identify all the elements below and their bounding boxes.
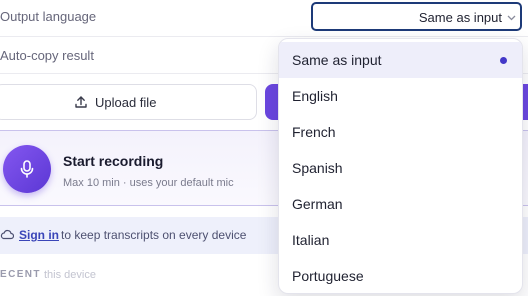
- cloud-icon: [0, 229, 14, 240]
- signin-description: to keep transcripts on every device: [61, 228, 247, 242]
- option-label: English: [292, 88, 338, 104]
- upload-icon: [75, 96, 87, 108]
- recent-sublabel: this device: [44, 269, 96, 281]
- dropdown-option-italian[interactable]: Italian: [279, 222, 522, 258]
- recording-title: Start recording: [63, 153, 164, 169]
- chevron-down-icon: [507, 15, 516, 21]
- start-recording-button[interactable]: [3, 145, 51, 193]
- microphone-icon: [20, 160, 34, 178]
- dropdown-option-portuguese[interactable]: Portuguese: [279, 258, 522, 293]
- option-label: Portuguese: [292, 268, 364, 284]
- option-label: Same as input: [292, 52, 382, 68]
- language-dropdown-menu: Same as input English French Spanish Ger…: [278, 38, 523, 294]
- option-label: Italian: [292, 232, 330, 248]
- dropdown-option-english[interactable]: English: [279, 78, 522, 114]
- option-label: French: [292, 124, 336, 140]
- output-language-select[interactable]: Same as input: [311, 2, 522, 31]
- output-language-row: Output language Same as input: [0, 0, 528, 37]
- dropdown-option-spanish[interactable]: Spanish: [279, 150, 522, 186]
- option-label: Spanish: [292, 160, 343, 176]
- dropdown-option-same-as-input[interactable]: Same as input: [279, 42, 522, 78]
- output-language-value: Same as input: [418, 10, 502, 25]
- recording-subtitle: Max 10 min · uses your default mic: [63, 177, 234, 189]
- upload-file-button[interactable]: Upload file: [0, 84, 257, 120]
- recent-heading: ECENT: [0, 269, 41, 280]
- signin-link[interactable]: Sign in: [19, 228, 59, 242]
- upload-file-label: Upload file: [95, 95, 157, 110]
- auto-copy-label: Auto-copy result: [0, 48, 94, 63]
- selected-indicator-icon: [500, 57, 507, 64]
- option-label: German: [292, 196, 343, 212]
- output-language-label: Output language: [0, 9, 97, 24]
- dropdown-option-french[interactable]: French: [279, 114, 522, 150]
- dropdown-option-german[interactable]: German: [279, 186, 522, 222]
